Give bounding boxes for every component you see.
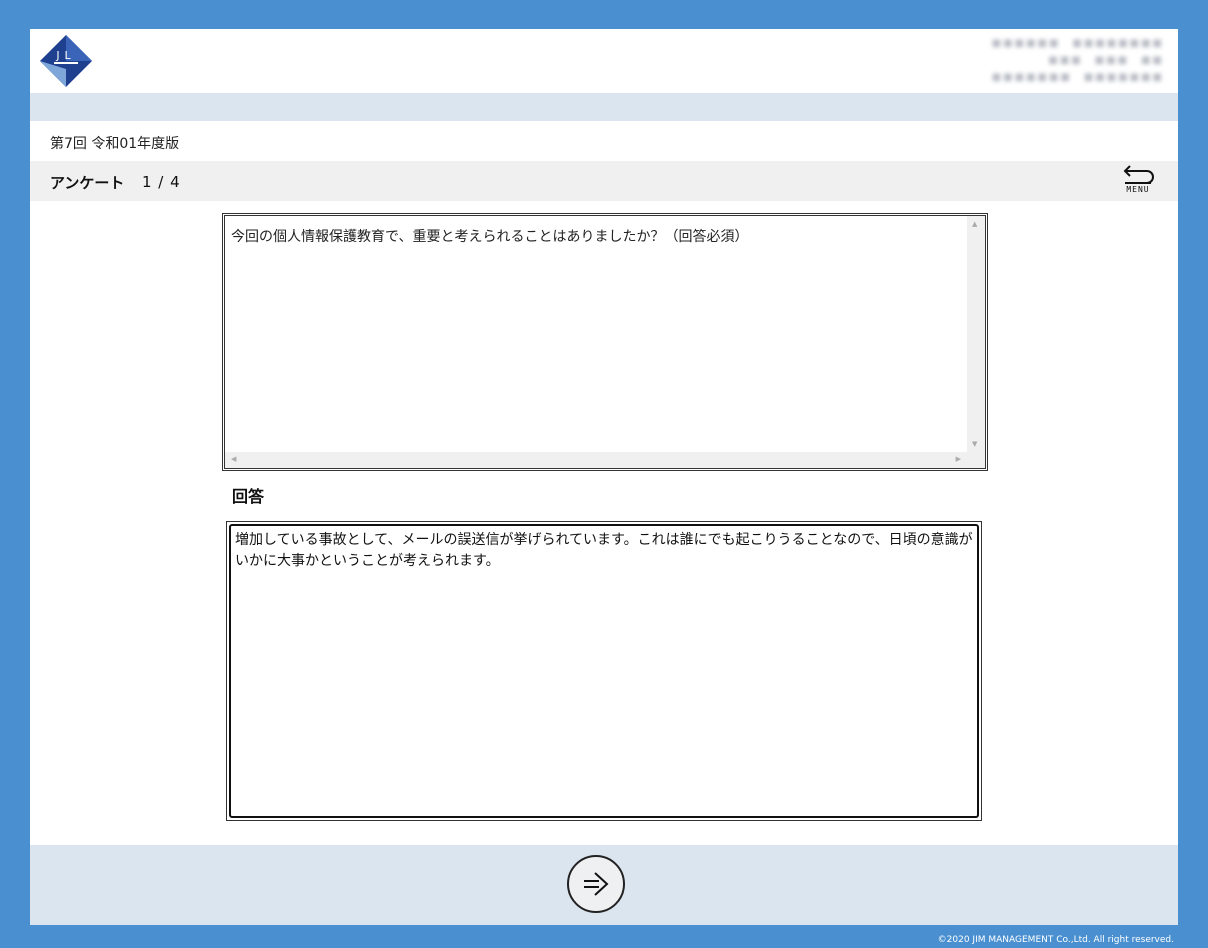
scroll-up-icon[interactable]: ▲ <box>972 220 977 228</box>
app-frame: JL ■■■■■■ ■■■■■■■■ ■■■ ■■■ ■■ ■■■■■■■ ■■… <box>30 29 1178 925</box>
header: JL ■■■■■■ ■■■■■■■■ ■■■ ■■■ ■■ ■■■■■■■ ■■… <box>30 29 1178 93</box>
header-strip <box>30 93 1178 121</box>
survey-bar: アンケート 1 / 4 MENU <box>30 161 1178 201</box>
logo-lettering: JL <box>55 49 75 62</box>
back-arrow-icon <box>1123 165 1154 184</box>
scroll-down-icon[interactable]: ▼ <box>972 440 977 448</box>
vertical-scrollbar[interactable]: ▲ ▼ <box>967 216 985 452</box>
scroll-left-icon[interactable]: ◀ <box>231 455 236 463</box>
answer-heading: 回答 <box>232 487 265 506</box>
copyright: ©2020 JIM MANAGEMENT Co.,Ltd. All right … <box>937 935 1174 945</box>
answer-input[interactable]: 増加している事故として、メールの誤送信が挙げられています。これは誰にでも起こりう… <box>229 524 979 818</box>
horizontal-scrollbar[interactable]: ◀ ▶ <box>225 452 985 468</box>
question-text: 今回の個人情報保護教育で、重要と考えられることはありましたか？（回答必須） <box>231 229 749 245</box>
menu-label: MENU <box>1126 185 1150 194</box>
company-logo: JL <box>38 33 94 89</box>
survey-progress: 1 / 4 <box>142 173 181 191</box>
arrow-right-icon <box>584 872 609 896</box>
menu-button[interactable]: MENU <box>1118 165 1158 199</box>
company-info-blurred: ■■■■■■ ■■■■■■■■ ■■■ ■■■ ■■ ■■■■■■■ ■■■■■… <box>991 38 1164 83</box>
answer-field-frame: 増加している事故として、メールの誤送信が挙げられています。これは誰にでも起こりう… <box>226 521 982 821</box>
next-button[interactable] <box>567 855 625 913</box>
scroll-right-icon[interactable]: ▶ <box>956 455 961 463</box>
question-textbox[interactable]: 今回の個人情報保護教育で、重要と考えられることはありましたか？（回答必須） ▲ … <box>222 213 988 471</box>
course-title: 第7回 令和01年度版 <box>50 136 180 152</box>
survey-label: アンケート <box>50 174 125 192</box>
footer-bar <box>30 845 1178 925</box>
